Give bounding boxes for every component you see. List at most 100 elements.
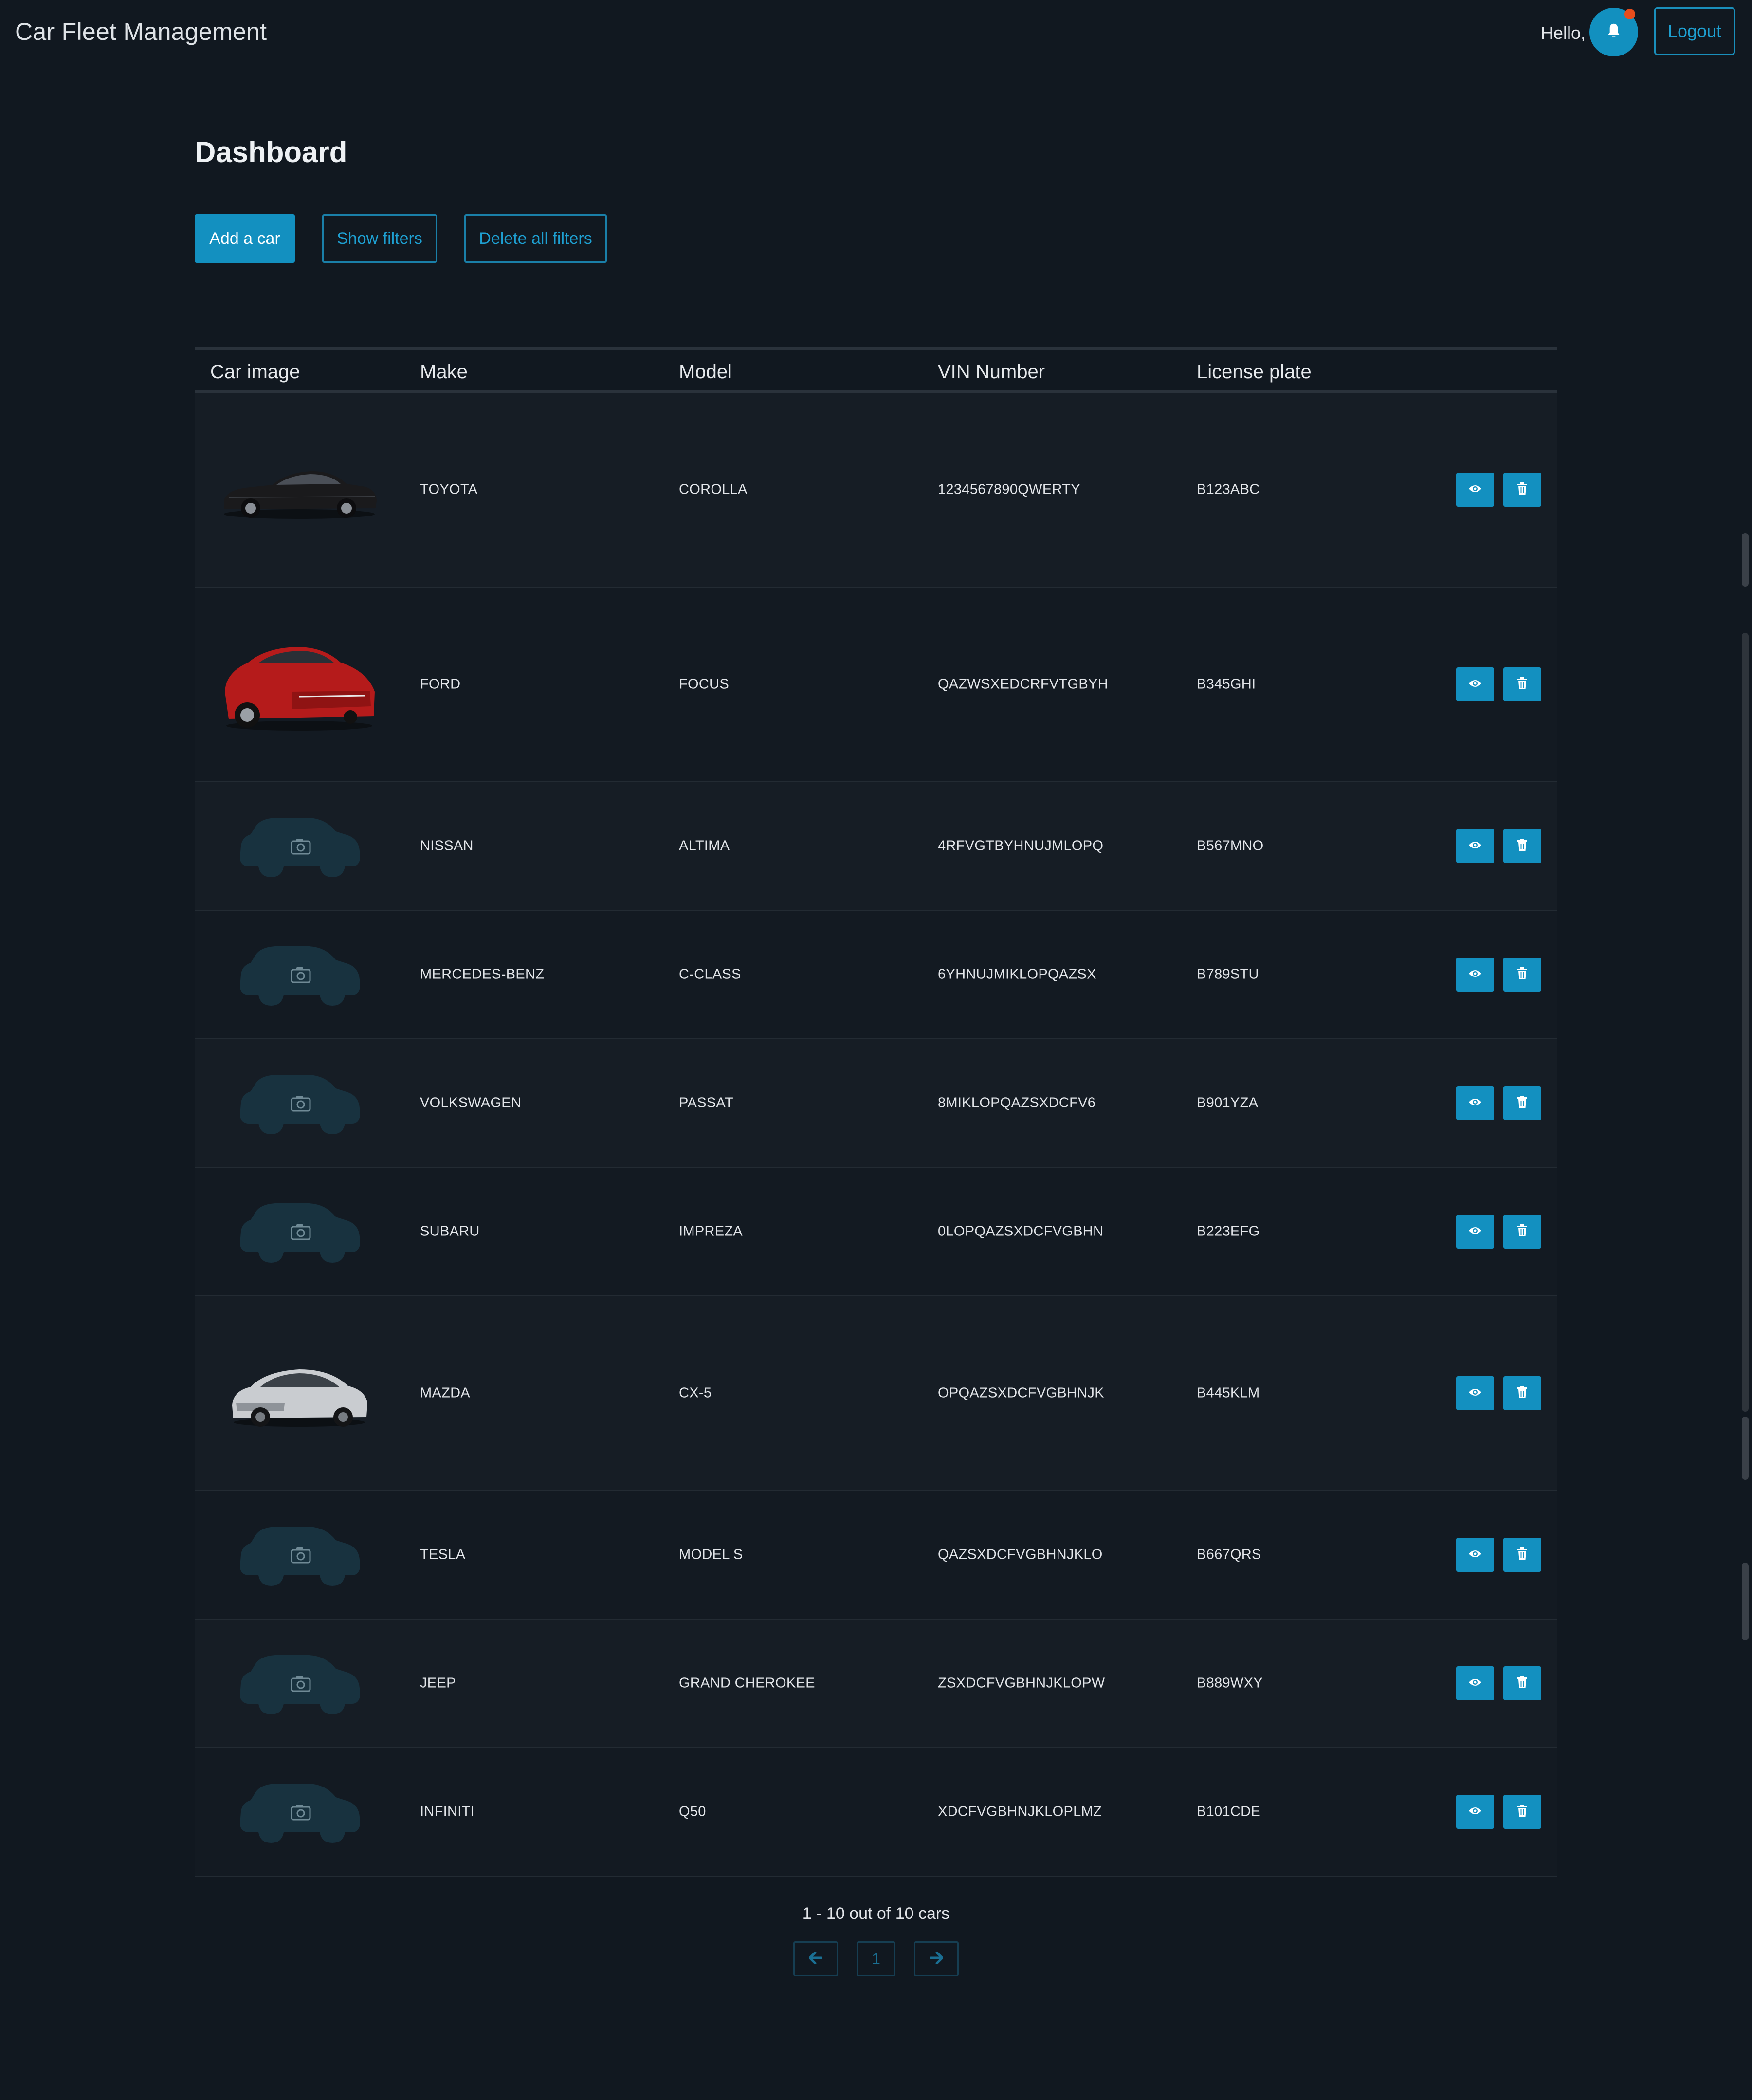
delete-car-button[interactable] (1503, 667, 1541, 701)
table-row[interactable]: MERCEDES-BENZ C-CLASS 6YHNUJMIKLOPQAZSX B78… (195, 911, 1557, 1039)
trash-icon (1516, 677, 1528, 693)
page-title: Dashboard (195, 136, 347, 168)
delete-car-button[interactable] (1503, 958, 1541, 992)
scrollbar-track[interactable] (1742, 633, 1749, 1412)
trash-icon (1516, 1095, 1528, 1111)
placeholder-car-icon (219, 812, 380, 880)
table-row[interactable]: TOYOTA COROLLA 1234567890QWERTY B123ABC (195, 393, 1557, 588)
cell-model: FOCUS (679, 676, 729, 692)
delete-car-button[interactable] (1503, 1795, 1541, 1829)
notification-badge (1624, 9, 1635, 19)
view-car-button[interactable] (1456, 1795, 1494, 1829)
view-car-button[interactable] (1456, 1376, 1494, 1410)
table-row[interactable]: MAZDA CX-5 OPQAZSXDCFVGBHNJK B445KLM (195, 1296, 1557, 1491)
placeholder-car-icon (219, 1778, 380, 1846)
table-row[interactable]: FORD FOCUS QAZWSXEDCRFVTGBYH B345GHI (195, 588, 1557, 782)
cell-license-plate: B667QRS (1197, 1547, 1261, 1563)
cell-make: INFINITI (420, 1804, 474, 1820)
car-photo (219, 1357, 380, 1430)
trash-icon (1516, 1804, 1528, 1820)
delete-car-button[interactable] (1503, 1086, 1541, 1120)
column-header-license-plate: License plate (1197, 361, 1312, 383)
cell-vin: OPQAZSXDCFVGBHNJK (938, 1385, 1104, 1401)
delete-car-button[interactable] (1503, 829, 1541, 863)
cell-model: ALTIMA (679, 838, 730, 854)
cell-vin: 8MIKLOPQAZSXDCFV6 (938, 1095, 1096, 1111)
cell-license-plate: B567MNO (1197, 838, 1264, 854)
cell-model: COROLLA (679, 481, 748, 497)
cell-vin: QAZSXDCFVGBHNJKLO (938, 1547, 1103, 1563)
cell-make: FORD (420, 676, 461, 692)
show-filters-button[interactable]: Show filters (322, 214, 437, 263)
eye-icon (1468, 1806, 1482, 1818)
eye-icon (1468, 1677, 1482, 1690)
cell-make: MAZDA (420, 1385, 470, 1401)
trash-icon (1516, 482, 1528, 498)
scrollbar-thumb[interactable] (1742, 533, 1749, 587)
delete-car-button[interactable] (1503, 1538, 1541, 1572)
delete-car-button[interactable] (1503, 1376, 1541, 1410)
trash-icon (1516, 1385, 1528, 1401)
table-row[interactable]: TESLA MODEL S QAZSXDCFVGBHNJKLO B667QRS (195, 1491, 1557, 1620)
view-car-button[interactable] (1456, 667, 1494, 701)
view-car-button[interactable] (1456, 1538, 1494, 1572)
eye-icon (1468, 840, 1482, 852)
table-body: TOYOTA COROLLA 1234567890QWERTY B123ABC FORD… (195, 393, 1557, 1877)
table-header: Car image Make Model VIN Number License … (195, 347, 1557, 393)
column-header-make: Make (420, 361, 468, 383)
view-car-button[interactable] (1456, 1666, 1494, 1700)
table-row[interactable]: JEEP GRAND CHEROKEE ZSXDCFVGBHNJKLOPW B889W… (195, 1620, 1557, 1748)
delete-car-button[interactable] (1503, 1215, 1541, 1249)
next-page-button[interactable] (914, 1941, 959, 1976)
trash-icon (1516, 838, 1528, 854)
view-car-button[interactable] (1456, 473, 1494, 507)
cell-model: GRAND CHEROKEE (679, 1675, 815, 1691)
placeholder-car-icon (219, 940, 380, 1009)
arrow-right-icon (929, 1950, 944, 1968)
cell-vin: 6YHNUJMIKLOPQAZSX (938, 966, 1096, 982)
add-car-button[interactable]: Add a car (195, 214, 295, 263)
previous-page-button[interactable] (793, 1941, 838, 1976)
page-number-button[interactable]: 1 (857, 1941, 895, 1976)
table-row[interactable]: VOLKSWAGEN PASSAT 8MIKLOPQAZSXDCFV6 B901YZA (195, 1039, 1557, 1168)
app-title[interactable]: Car Fleet Management (15, 18, 267, 46)
delete-all-filters-button[interactable]: Delete all filters (464, 214, 607, 263)
cell-license-plate: B889WXY (1197, 1675, 1263, 1691)
table-row[interactable]: SUBARU IMPREZA 0LOPQAZSXDCFVGBHN B223EFG (195, 1168, 1557, 1296)
eye-icon (1468, 1387, 1482, 1400)
cell-license-plate: B345GHI (1197, 676, 1256, 692)
cell-license-plate: B101CDE (1197, 1804, 1261, 1820)
cell-model: MODEL S (679, 1547, 743, 1563)
delete-car-button[interactable] (1503, 1666, 1541, 1700)
view-car-button[interactable] (1456, 829, 1494, 863)
view-car-button[interactable] (1456, 958, 1494, 992)
logout-button[interactable]: Logout (1654, 7, 1735, 55)
cell-license-plate: B789STU (1197, 966, 1259, 982)
table-row[interactable]: NISSAN ALTIMA 4RFVGTBYHNUJMLOPQ B567MNO (195, 782, 1557, 911)
trash-icon (1516, 1676, 1528, 1692)
column-header-car-image: Car image (210, 361, 300, 383)
scrollbar-segment (1742, 1417, 1749, 1480)
delete-car-button[interactable] (1503, 473, 1541, 507)
table-row[interactable]: INFINITI Q50 XDCFVGBHNJKLOPLMZ B101CDE (195, 1748, 1557, 1877)
cell-vin: XDCFVGBHNJKLOPLMZ (938, 1804, 1102, 1820)
placeholder-car-icon (219, 1521, 380, 1589)
view-car-button[interactable] (1456, 1215, 1494, 1249)
placeholder-car-icon (219, 1649, 380, 1717)
trash-icon (1516, 1224, 1528, 1240)
car-photo (219, 456, 380, 524)
scrollbar-segment (1742, 1563, 1749, 1640)
cell-make: NISSAN (420, 838, 474, 854)
cell-make: JEEP (420, 1675, 456, 1691)
cell-make: TOYOTA (420, 481, 478, 497)
view-car-button[interactable] (1456, 1086, 1494, 1120)
cell-model: PASSAT (679, 1095, 733, 1111)
cell-license-plate: B901YZA (1197, 1095, 1259, 1111)
bell-icon (1606, 22, 1622, 42)
placeholder-car-icon (219, 1069, 380, 1137)
cell-vin: QAZWSXEDCRFVTGBYH (938, 676, 1108, 692)
eye-icon (1468, 1097, 1482, 1109)
arrow-left-icon (808, 1950, 823, 1968)
cell-vin: 0LOPQAZSXDCFVGBHN (938, 1223, 1104, 1239)
cell-make: TESLA (420, 1547, 466, 1563)
